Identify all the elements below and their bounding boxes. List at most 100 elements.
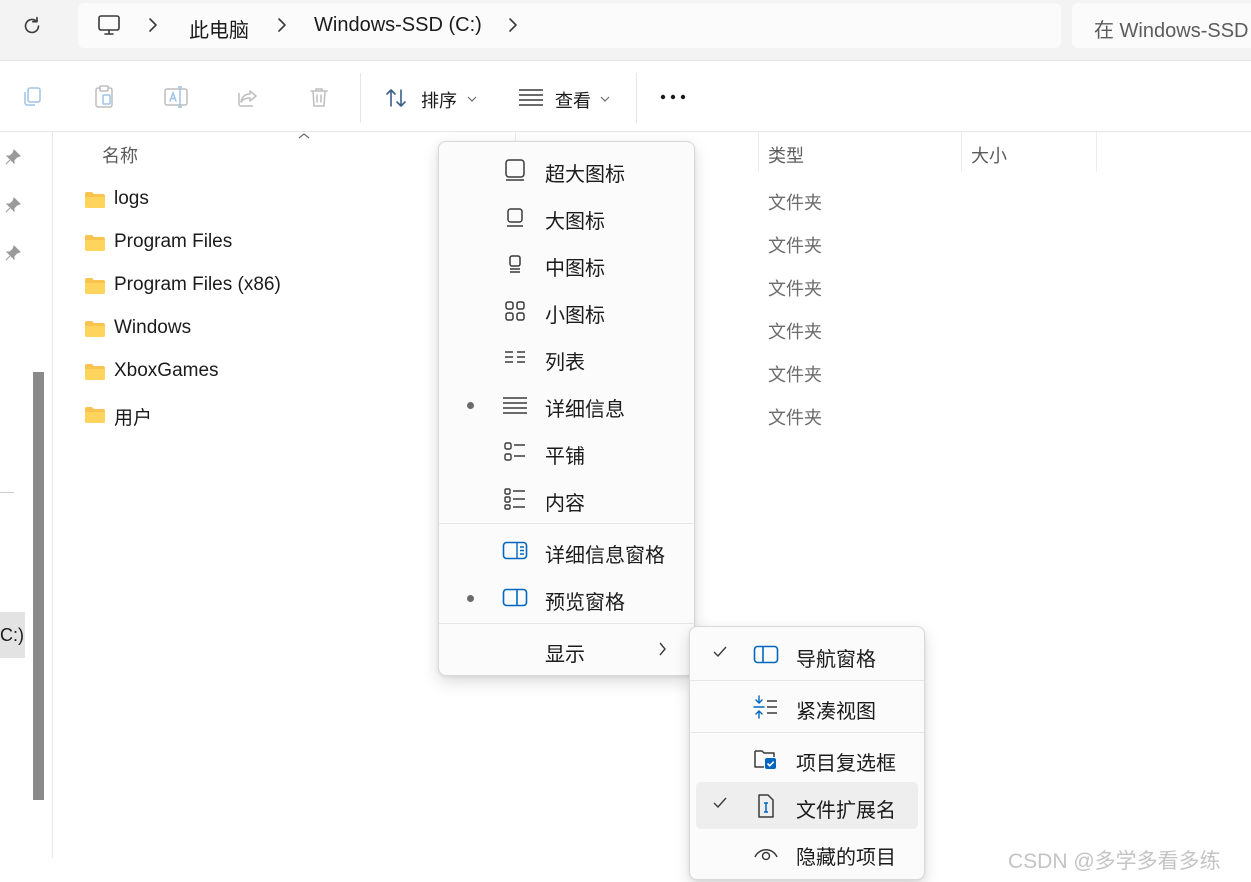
column-header-name[interactable]: 名称 bbox=[102, 142, 138, 168]
pin-icon[interactable] bbox=[4, 196, 22, 214]
file-row[interactable]: 用户 bbox=[78, 395, 458, 435]
more-options-button[interactable] bbox=[655, 79, 691, 115]
copy-button[interactable] bbox=[14, 79, 50, 115]
column-divider[interactable] bbox=[1096, 132, 1097, 172]
copy-icon bbox=[24, 87, 41, 106]
divider bbox=[0, 131, 1251, 132]
menu-item[interactable]: 大图标 bbox=[439, 193, 694, 240]
menu-item[interactable]: 列表 bbox=[439, 334, 694, 381]
menu-item[interactable]: 详细信息 bbox=[439, 381, 694, 428]
checkmark-icon bbox=[712, 796, 728, 815]
file-name: Windows bbox=[114, 317, 192, 338]
menu-item-label: 超大图标 bbox=[545, 164, 625, 186]
folder-icon bbox=[84, 277, 106, 294]
column-header-type[interactable]: 类型 bbox=[768, 142, 804, 168]
menu-item[interactable]: 详细信息窗格 bbox=[439, 527, 694, 574]
nav-scrollbar[interactable] bbox=[33, 372, 44, 800]
file-row[interactable]: Program Files (x86) bbox=[78, 266, 458, 306]
column-header-size[interactable]: 大小 bbox=[971, 142, 1007, 168]
column-divider[interactable] bbox=[758, 132, 759, 172]
menu-item[interactable]: 小图标 bbox=[439, 287, 694, 334]
menu-item[interactable]: 超大图标 bbox=[439, 146, 694, 193]
preview-pane-icon bbox=[501, 585, 529, 611]
command-bar: 排序 查看 bbox=[0, 61, 1251, 131]
navigation-pane-icon bbox=[752, 642, 780, 668]
file-row[interactable]: logs bbox=[78, 180, 458, 220]
pin-icon[interactable] bbox=[4, 148, 22, 166]
menu-separator bbox=[439, 623, 694, 624]
sort-button[interactable]: 排序 bbox=[376, 75, 482, 119]
breadcrumb-chevron-icon[interactable] bbox=[146, 16, 158, 39]
search-input[interactable]: 在 Windows-SSD bbox=[1072, 3, 1251, 48]
menu-item[interactable]: 中图标 bbox=[439, 240, 694, 287]
navigation-pane bbox=[0, 132, 53, 858]
sort-icon bbox=[386, 89, 406, 107]
selected-dot-icon bbox=[467, 402, 474, 409]
column-divider[interactable] bbox=[961, 132, 962, 172]
menu-item[interactable]: 内容 bbox=[439, 475, 694, 522]
file-type: 文件夹 bbox=[768, 322, 822, 342]
menu-item[interactable]: 平铺 bbox=[439, 428, 694, 475]
menu-separator bbox=[690, 732, 924, 733]
menu-item-label: 文件扩展名 bbox=[796, 800, 896, 822]
nav-item-drive[interactable]: C:) bbox=[0, 612, 25, 658]
breadcrumb-chevron-icon[interactable] bbox=[275, 16, 287, 39]
menu-item[interactable]: 紧凑视图 bbox=[690, 683, 924, 730]
breadcrumb-item-this-pc[interactable]: 此电脑 bbox=[189, 14, 249, 43]
breadcrumb-item-drive[interactable]: Windows-SSD (C:) bbox=[314, 14, 482, 37]
file-row[interactable]: Program Files bbox=[78, 223, 458, 263]
toolbar-divider bbox=[636, 73, 637, 123]
medium-icons-icon bbox=[501, 251, 529, 277]
share-button[interactable] bbox=[230, 79, 266, 115]
chevron-down-icon bbox=[467, 96, 477, 102]
refresh-button[interactable] bbox=[14, 10, 50, 42]
item-checkbox-icon bbox=[752, 746, 780, 772]
menu-item[interactable]: 文件扩展名 bbox=[696, 782, 918, 829]
menu-item-label: 项目复选框 bbox=[796, 753, 896, 775]
folder-icon bbox=[84, 191, 106, 208]
nav-item-label: C:) bbox=[0, 624, 24, 645]
menu-item[interactable]: 项目复选框 bbox=[690, 735, 924, 782]
trash-icon bbox=[310, 88, 328, 107]
file-row[interactable]: Windows bbox=[78, 309, 458, 349]
hidden-items-icon bbox=[752, 840, 780, 866]
menu-item[interactable]: 隐藏的项目 bbox=[690, 829, 924, 876]
menu-item-label: 中图标 bbox=[545, 258, 605, 280]
folder-icon bbox=[84, 320, 106, 337]
menu-item-label: 大图标 bbox=[545, 211, 605, 233]
compact-view-icon bbox=[752, 694, 780, 720]
paste-button[interactable] bbox=[86, 79, 122, 115]
monitor-icon bbox=[98, 15, 120, 35]
watermark: CSDN @多学多看多练 bbox=[1008, 850, 1221, 873]
view-lines-icon bbox=[519, 89, 543, 106]
menu-separator bbox=[690, 680, 924, 681]
menu-item[interactable]: 导航窗格 bbox=[690, 631, 924, 678]
menu-item-label: 内容 bbox=[545, 493, 585, 515]
divider bbox=[0, 492, 14, 493]
folder-icon bbox=[84, 406, 106, 423]
menu-item-label: 平铺 bbox=[545, 446, 585, 468]
sort-label: 排序 bbox=[421, 91, 457, 111]
share-icon bbox=[238, 90, 257, 107]
file-type: 文件夹 bbox=[768, 365, 822, 385]
more-icon bbox=[660, 94, 686, 100]
menu-item-label: 详细信息 bbox=[545, 399, 625, 421]
file-name: Program Files (x86) bbox=[114, 274, 281, 295]
menu-item-label: 列表 bbox=[545, 352, 585, 374]
view-menu: 超大图标大图标中图标小图标列表详细信息平铺内容详细信息窗格 预览窗格显示 bbox=[438, 141, 695, 676]
menu-item-label: 紧凑视图 bbox=[796, 701, 876, 723]
view-button[interactable]: 查看 bbox=[512, 75, 618, 119]
list-icon bbox=[501, 345, 529, 371]
this-pc-button[interactable] bbox=[96, 13, 122, 42]
show-menu-item[interactable]: 显示 bbox=[439, 626, 694, 673]
menu-item[interactable]: 预览窗格 bbox=[439, 574, 694, 621]
menu-separator bbox=[439, 523, 694, 524]
file-type: 文件夹 bbox=[768, 193, 822, 213]
refresh-icon bbox=[24, 16, 40, 34]
breadcrumb-chevron-icon[interactable] bbox=[506, 16, 518, 39]
file-row[interactable]: XboxGames bbox=[78, 352, 458, 392]
delete-button[interactable] bbox=[301, 79, 337, 115]
rename-button[interactable] bbox=[158, 79, 194, 115]
file-type: 文件夹 bbox=[768, 236, 822, 256]
pin-icon[interactable] bbox=[4, 244, 22, 262]
